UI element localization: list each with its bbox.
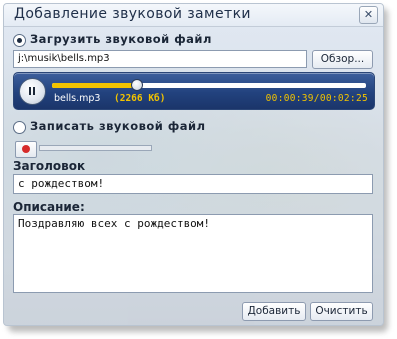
record-radio[interactable]: [13, 121, 26, 134]
window-title: Добавление звуковой заметки: [14, 6, 251, 22]
upload-label: Загрузить звуковой файл: [30, 32, 212, 46]
record-level-meter: [39, 145, 152, 151]
heading-caption: Заголовок: [13, 159, 86, 173]
close-button[interactable]: ✕: [359, 6, 378, 24]
seek-handle[interactable]: [130, 79, 143, 91]
file-path-input[interactable]: j:\musik\bells.mp3: [13, 50, 307, 68]
player-file-size: (2266 Кб): [114, 93, 166, 104]
title-bar: Добавление звуковой заметки ✕: [4, 4, 383, 27]
record-button[interactable]: [15, 141, 37, 158]
player-time: 00:00:39/00:02:25: [265, 93, 368, 104]
browse-button[interactable]: Обзор...: [312, 50, 373, 69]
player-file-name: bells.mp3: [54, 93, 101, 104]
record-label: Записать звуковой файл: [30, 119, 206, 133]
audio-player: bells.mp3 (2266 Кб) 00:00:39/00:02:25: [13, 72, 375, 110]
pause-icon-bar: [33, 87, 35, 95]
clear-button[interactable]: Очистить: [310, 302, 373, 321]
dialog-window: Добавление звуковой заметки ✕ Загрузить …: [3, 3, 384, 326]
pause-button[interactable]: [19, 78, 46, 105]
add-button[interactable]: Добавить: [242, 302, 306, 321]
pause-icon: [29, 87, 31, 95]
upload-radio[interactable]: [13, 34, 26, 47]
description-textarea[interactable]: Поздравляю всех с рождеством!: [13, 214, 373, 293]
heading-input[interactable]: с рождеством!: [13, 174, 373, 194]
description-caption: Описание:: [13, 200, 85, 214]
seek-progress: [52, 83, 137, 88]
seek-track[interactable]: [52, 83, 366, 88]
record-dot-icon: [22, 145, 30, 153]
radio-selected-dot: [17, 38, 22, 43]
